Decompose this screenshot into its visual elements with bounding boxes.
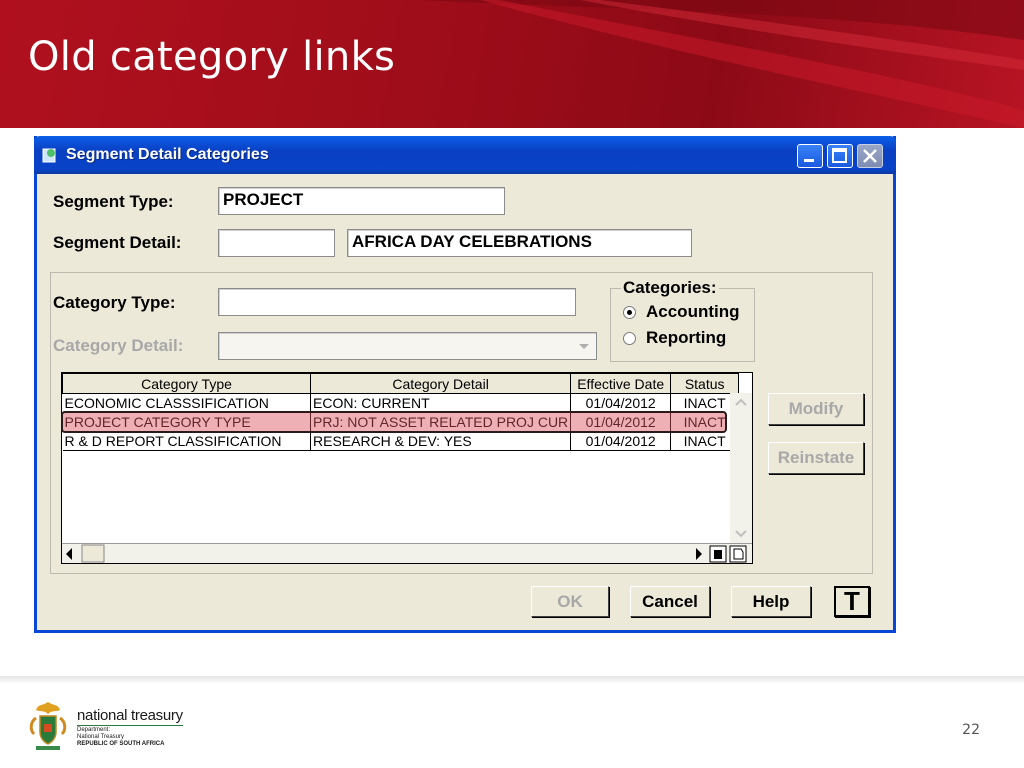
t-button[interactable]: T bbox=[834, 586, 870, 617]
footer-divider bbox=[0, 676, 1024, 684]
table-row[interactable]: R & D REPORT CLASSIFICATION RESEARCH & D… bbox=[62, 431, 740, 451]
cell-effective-date: 01/04/2012 bbox=[570, 393, 672, 413]
segment-type-field[interactable]: PROJECT bbox=[218, 187, 505, 215]
org-line-3: REPUBLIC OF SOUTH AFRICA bbox=[77, 741, 165, 747]
chevron-down-icon[interactable] bbox=[575, 338, 593, 354]
scroll-arrows-icon bbox=[735, 398, 747, 538]
dialog-titlebar[interactable]: Segment Detail Categories bbox=[34, 136, 896, 174]
reinstate-button[interactable]: Reinstate bbox=[768, 442, 864, 474]
cell-effective-date: 01/04/2012 bbox=[570, 431, 672, 451]
radio-accounting[interactable] bbox=[623, 306, 636, 319]
close-button[interactable] bbox=[857, 144, 883, 168]
cell-category-type: ECONOMIC CLASSSIFICATION bbox=[62, 393, 311, 413]
org-name: national treasury bbox=[77, 707, 183, 726]
category-type-field[interactable] bbox=[218, 288, 576, 316]
highlighted-row-marker bbox=[61, 411, 727, 433]
categories-radio-group bbox=[610, 288, 755, 362]
org-line-2: National Treasury bbox=[77, 734, 125, 740]
org-line-1: Department: bbox=[77, 727, 111, 733]
cell-status: INACT bbox=[670, 431, 740, 451]
radio-reporting-label[interactable]: Reporting bbox=[646, 328, 726, 348]
category-type-label: Category Type: bbox=[53, 293, 176, 312]
slide-header: Old category links bbox=[0, 0, 1024, 128]
table-row[interactable]: ECONOMIC CLASSSIFICATION ECON: CURRENT 0… bbox=[62, 393, 740, 413]
minimize-button[interactable] bbox=[797, 144, 823, 168]
cell-category-detail: RESEARCH & DEV: YES bbox=[310, 431, 572, 451]
radio-accounting-label[interactable]: Accounting bbox=[646, 302, 740, 322]
page-number: 22 bbox=[962, 722, 980, 738]
radio-reporting[interactable] bbox=[623, 332, 636, 345]
app-icon bbox=[42, 148, 56, 163]
column-header-status[interactable]: Status bbox=[670, 373, 740, 394]
segment-detail-code-field[interactable] bbox=[218, 229, 335, 257]
coat-of-arms-icon bbox=[29, 702, 67, 750]
segment-type-label: Segment Type: bbox=[53, 192, 174, 211]
category-detail-dropdown[interactable] bbox=[218, 332, 597, 360]
category-detail-label: Category Detail: bbox=[53, 336, 184, 355]
column-header-category-detail[interactable]: Category Detail bbox=[309, 373, 572, 394]
segment-detail-label: Segment Detail: bbox=[53, 233, 182, 252]
close-icon bbox=[863, 149, 877, 163]
dialog-title: Segment Detail Categories bbox=[66, 146, 269, 163]
cell-category-type: R & D REPORT CLASSIFICATION bbox=[62, 431, 311, 451]
slide-title: Old category links bbox=[28, 34, 396, 80]
maximize-icon bbox=[832, 148, 847, 163]
categories-group-label: Categories: bbox=[621, 278, 719, 298]
column-header-effective-date[interactable]: Effective Date bbox=[570, 373, 672, 394]
horizontal-scrollbar[interactable] bbox=[62, 543, 752, 563]
maximize-button[interactable] bbox=[827, 144, 853, 168]
minimize-icon bbox=[804, 159, 814, 162]
segment-detail-description-field[interactable]: AFRICA DAY CELEBRATIONS bbox=[347, 229, 692, 257]
hscroll-controls-icon bbox=[66, 544, 747, 563]
modify-button[interactable]: Modify bbox=[768, 393, 864, 425]
category-grid[interactable]: Category Type Category Detail Effective … bbox=[61, 372, 753, 564]
help-button[interactable]: Help bbox=[731, 586, 811, 617]
column-header-category-type[interactable]: Category Type bbox=[62, 373, 311, 394]
cell-status: INACT bbox=[670, 393, 740, 413]
ok-button[interactable]: OK bbox=[531, 586, 609, 617]
vertical-scrollbar[interactable] bbox=[730, 393, 752, 543]
cell-category-detail: ECON: CURRENT bbox=[310, 393, 572, 413]
cancel-button[interactable]: Cancel bbox=[630, 586, 710, 617]
segment-detail-categories-dialog: Segment Detail Categories Segment Type: … bbox=[34, 136, 896, 633]
